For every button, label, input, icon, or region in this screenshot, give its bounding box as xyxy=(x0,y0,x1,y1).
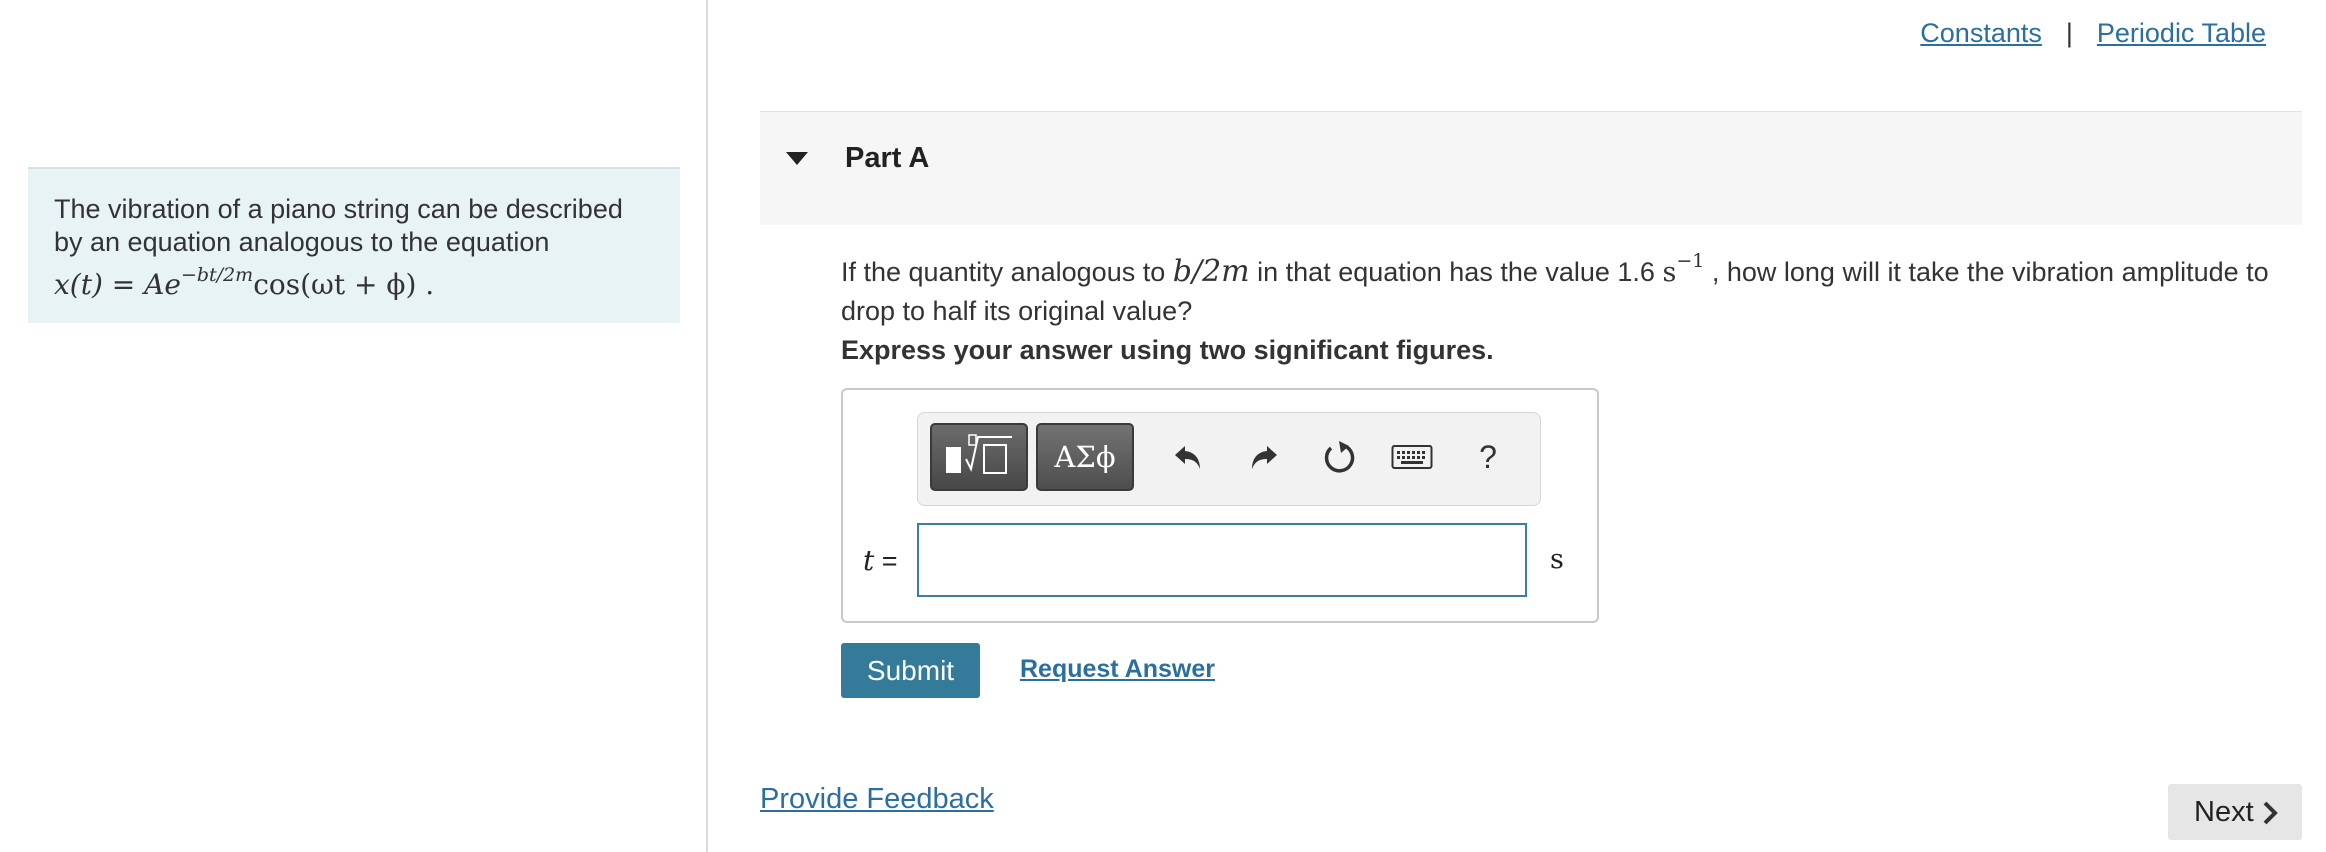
problem-intro: The vibration of a piano string can be d… xyxy=(28,167,680,323)
answer-box: ΑΣϕ ? t = s xyxy=(841,388,1599,623)
greek-letters-icon[interactable]: ΑΣϕ xyxy=(1036,423,1134,491)
collapse-caret-icon[interactable] xyxy=(786,152,808,165)
part-title: Part A xyxy=(845,142,930,174)
periodic-table-link[interactable]: Periodic Table xyxy=(2097,18,2266,48)
question-math: b/2m xyxy=(1172,254,1250,289)
intro-text: The vibration of a piano string can be d… xyxy=(54,194,623,257)
undo-icon[interactable] xyxy=(1162,429,1214,485)
provide-feedback-link[interactable]: Provide Feedback xyxy=(760,783,994,816)
panel-divider xyxy=(706,0,708,852)
help-icon[interactable]: ? xyxy=(1462,429,1514,485)
intro-equation: x(t) = Ae−bt/2mcos(ωt + ϕ) . xyxy=(54,264,435,301)
constants-link[interactable]: Constants xyxy=(1920,18,2042,48)
answer-input[interactable] xyxy=(917,523,1527,597)
submit-button[interactable]: Submit xyxy=(841,643,980,698)
answer-variable-label: t = xyxy=(863,544,898,577)
math-toolbar: ΑΣϕ ? xyxy=(917,412,1541,506)
templates-icon[interactable] xyxy=(930,423,1028,491)
next-label: Next xyxy=(2194,796,2254,828)
chevron-right-icon xyxy=(2263,801,2278,825)
question-text: If the quantity analogous to b/2m in tha… xyxy=(841,250,2269,326)
redo-icon[interactable] xyxy=(1238,429,1290,485)
link-separator: | xyxy=(2065,18,2073,48)
next-button[interactable]: Next xyxy=(2168,784,2302,840)
part-a-header[interactable]: Part A xyxy=(760,111,2302,225)
reset-icon[interactable] xyxy=(1314,429,1366,485)
request-answer-link[interactable]: Request Answer xyxy=(1020,655,1215,684)
keyboard-icon[interactable] xyxy=(1386,429,1438,485)
answer-instruction: Express your answer using two significan… xyxy=(841,335,1494,365)
top-links: Constants | Periodic Table xyxy=(1920,18,2266,49)
answer-unit: s xyxy=(1550,544,1564,575)
